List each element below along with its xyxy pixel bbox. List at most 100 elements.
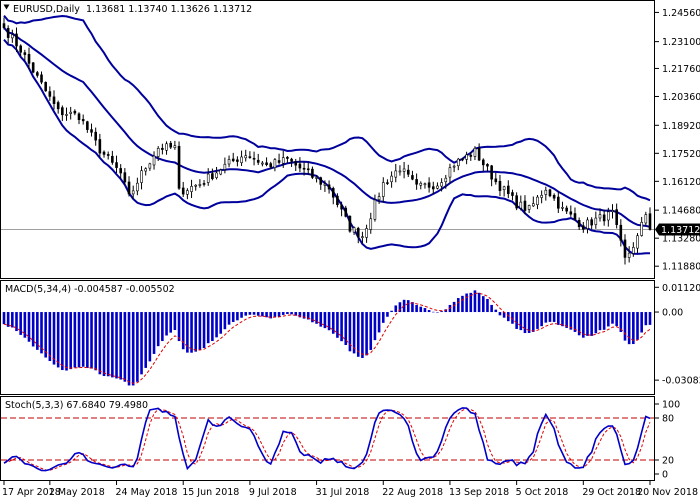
candle-body — [452, 165, 456, 168]
macd-bar — [323, 312, 327, 329]
price-axis-label: 1.21760 — [662, 64, 700, 75]
time-axis-label: 24 May 2018 — [116, 487, 178, 498]
candle-body — [590, 219, 593, 226]
macd-bar — [544, 312, 548, 323]
candle-body — [31, 62, 35, 73]
candle-body — [181, 187, 185, 195]
candle-body — [636, 235, 639, 249]
macd-bar — [498, 312, 502, 316]
macd-bar — [36, 312, 39, 350]
candle-body — [286, 156, 289, 159]
macd-axis-label: -0.030833 — [662, 376, 700, 387]
macd-bar — [494, 309, 498, 313]
macd-bar — [386, 312, 389, 317]
macd-bar — [94, 312, 97, 371]
time-axis: 17 Apr 20182 May 2018 24 May 2018 15 Jun 2… — [2, 481, 698, 498]
macd-bar — [381, 312, 385, 323]
macd-bar — [286, 312, 289, 315]
candle-body — [165, 143, 168, 151]
macd-bar — [119, 312, 122, 380]
stochastic-axis-label: 0 — [662, 470, 668, 481]
macd-bar — [540, 312, 543, 327]
candle-body — [36, 72, 39, 76]
macd-bar — [256, 312, 260, 316]
macd-bar — [506, 312, 510, 322]
candle-body — [86, 121, 89, 130]
macd-bar — [6, 312, 10, 327]
price-axis-label: 1.18920 — [662, 121, 700, 132]
stochastic-main — [3, 407, 651, 472]
candle-body — [532, 203, 535, 207]
macd-bar — [644, 312, 648, 326]
candle-body — [356, 227, 360, 238]
macd-bar — [406, 300, 410, 313]
macd-bar — [636, 312, 639, 340]
candle-body — [586, 219, 589, 229]
macd-bar — [594, 312, 598, 334]
macd-bar — [336, 312, 339, 338]
candle-body — [369, 218, 373, 230]
candle-body — [561, 207, 564, 209]
macd-bar — [244, 312, 248, 316]
candle-body — [256, 159, 260, 163]
macd-bar — [461, 295, 464, 313]
macd-bar — [173, 312, 177, 331]
candle-body — [381, 182, 385, 197]
macd-bar — [2, 312, 6, 325]
stochastic-lines — [3, 407, 651, 472]
macd-bar — [373, 312, 377, 341]
time-axis-label: 29 Oct 2018 — [582, 487, 641, 498]
macd-bar — [561, 312, 564, 327]
candle-body — [481, 159, 485, 166]
candle-body — [173, 145, 177, 148]
candle-body — [2, 23, 6, 28]
candle-body — [448, 167, 452, 178]
candle-body — [361, 236, 364, 238]
time-axis-label: 2 May 2018 — [49, 487, 105, 498]
candle-body — [152, 155, 156, 166]
macd-bar — [11, 312, 14, 328]
macd-bar — [557, 312, 560, 325]
candle-body — [557, 196, 560, 209]
ohlc-values: 1.13681 1.13740 1.13626 1.13712 — [86, 4, 252, 15]
macd-bar — [236, 312, 239, 321]
macd-bar — [169, 312, 173, 333]
candle-body — [223, 163, 227, 170]
macd-bar — [340, 312, 343, 342]
macd-bar — [394, 305, 398, 313]
candle-body — [373, 199, 377, 220]
macd-bar — [144, 312, 148, 368]
candle-body — [19, 45, 22, 53]
candle-body — [219, 169, 223, 175]
candle-body — [398, 170, 402, 173]
candle-body — [619, 224, 623, 241]
candle-body — [573, 213, 577, 220]
macd-title: MACD(5,34,4) -0.004587 -0.005502 — [5, 284, 175, 295]
macd-bar — [590, 312, 593, 336]
candle-body — [519, 201, 523, 209]
candle-body — [511, 192, 514, 196]
macd-bar — [602, 312, 606, 330]
macd-bar — [277, 312, 281, 317]
candle-body — [577, 220, 581, 228]
candle-body — [161, 147, 164, 150]
candle-body — [473, 147, 477, 157]
macd-bar — [186, 312, 189, 353]
time-axis-label: 22 Aug 2018 — [382, 487, 443, 498]
candle-body — [406, 169, 410, 175]
time-axis-label: 9 Jul 2018 — [249, 487, 297, 498]
candle-body — [123, 172, 127, 183]
candle-body — [607, 211, 610, 221]
candle-body — [190, 186, 193, 192]
candle-body — [294, 161, 298, 166]
macd-bar — [623, 312, 627, 341]
price-axis-label: 1.24560 — [662, 8, 700, 19]
candle-body — [27, 53, 31, 64]
time-axis-label: 20 Nov 2018 — [637, 487, 698, 498]
stochastic-axis-label: 20 — [662, 456, 674, 467]
candle-body — [540, 195, 543, 198]
candle-body — [77, 113, 81, 121]
macd-bar — [519, 312, 523, 331]
candle-body — [315, 177, 318, 179]
macd-bar — [611, 312, 614, 324]
